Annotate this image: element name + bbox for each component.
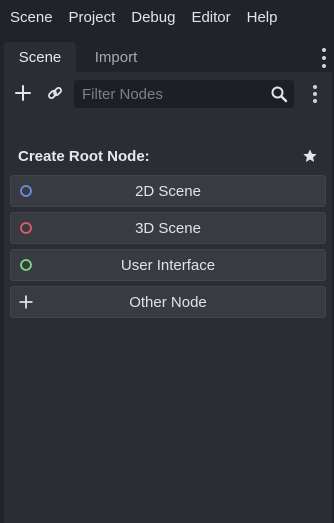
kebab-menu-icon[interactable] xyxy=(312,85,318,103)
menu-debug[interactable]: Debug xyxy=(123,0,183,36)
circle-outline-icon xyxy=(19,184,33,198)
dock-tab-bar: Scene Import xyxy=(4,42,332,72)
circle-outline-icon xyxy=(19,258,33,272)
menu-help[interactable]: Help xyxy=(239,0,286,36)
2d-scene-button[interactable]: 2D Scene xyxy=(10,175,326,207)
menu-scene[interactable]: Scene xyxy=(0,0,61,36)
menu-bar: Scene Project Debug Editor Help xyxy=(0,0,334,36)
plus-icon xyxy=(19,295,33,309)
filter-nodes-field xyxy=(74,80,294,108)
scene-panel: Create Root Node: 2D Scene 3D Scene User… xyxy=(4,72,332,523)
user-interface-label: User Interface xyxy=(120,256,216,274)
tab-scene[interactable]: Scene xyxy=(4,42,76,72)
scene-dock: Scene Import Filter Nodes Create Root No… xyxy=(4,42,332,523)
menu-editor[interactable]: Editor xyxy=(183,0,238,36)
tab-import[interactable]: Import xyxy=(76,42,156,72)
filter-nodes-input[interactable] xyxy=(74,80,262,108)
circle-outline-icon xyxy=(19,221,33,235)
dock-options-icon[interactable] xyxy=(318,48,330,68)
2d-scene-label: 2D Scene xyxy=(135,182,201,200)
3d-scene-label: 3D Scene xyxy=(135,219,201,237)
3d-scene-button[interactable]: 3D Scene xyxy=(10,212,326,244)
other-node-button[interactable]: Other Node xyxy=(10,286,326,318)
menu-project[interactable]: Project xyxy=(61,0,124,36)
plus-icon[interactable] xyxy=(10,81,36,105)
link-icon[interactable] xyxy=(42,81,68,105)
search-icon xyxy=(270,85,288,103)
star-icon[interactable] xyxy=(302,148,318,164)
other-node-label: Other Node xyxy=(129,293,207,311)
create-root-node-heading: Create Root Node: xyxy=(18,148,150,165)
scene-toolbar xyxy=(4,72,332,114)
user-interface-button[interactable]: User Interface xyxy=(10,249,326,281)
